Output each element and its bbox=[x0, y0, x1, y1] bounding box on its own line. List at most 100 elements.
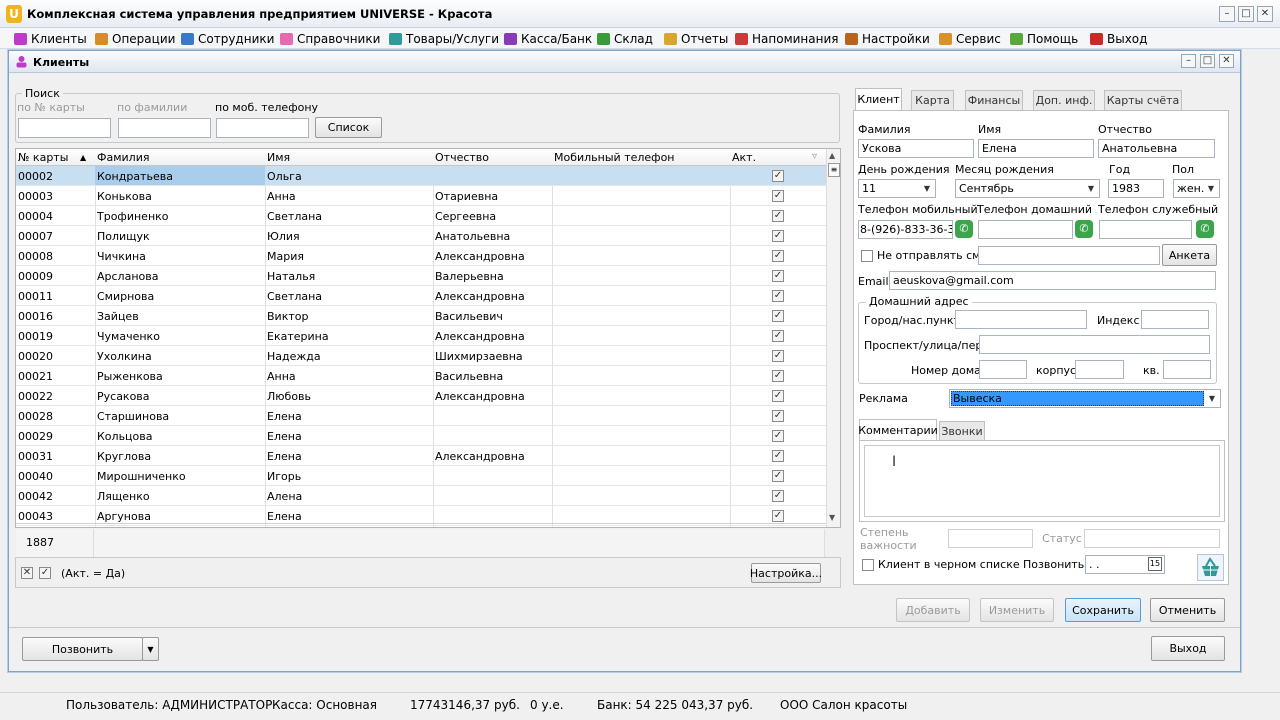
birth-day-select[interactable]: 11 ▼ bbox=[858, 179, 936, 198]
minimize-icon[interactable]: – bbox=[1219, 6, 1235, 22]
maximize-icon[interactable]: □ bbox=[1238, 6, 1254, 22]
menu-directories[interactable]: Справочники bbox=[280, 30, 380, 47]
active-checkbox[interactable]: ✓ bbox=[772, 310, 784, 322]
table-row[interactable]: 00029 Кольцова Елена ✓ bbox=[16, 426, 826, 446]
menu-help[interactable]: Помощь bbox=[1010, 30, 1078, 47]
table-row[interactable]: 00022 Русакова Любовь Александровна ✓ bbox=[16, 386, 826, 406]
menu-reports[interactable]: Отчеты bbox=[664, 30, 728, 47]
active-checkbox[interactable]: ✓ bbox=[772, 390, 784, 402]
table-row[interactable]: 00042 Лященко Алена ✓ bbox=[16, 486, 826, 506]
tab-account-cards[interactable]: Карты счёта bbox=[1104, 90, 1182, 110]
save-button[interactable]: Сохранить bbox=[1065, 598, 1141, 622]
active-checkbox[interactable]: ✓ bbox=[772, 290, 784, 302]
blacklist-checkbox[interactable] bbox=[862, 559, 874, 571]
col-card[interactable]: № карты bbox=[18, 151, 68, 164]
active-checkbox[interactable]: ✓ bbox=[772, 210, 784, 222]
surname-field[interactable]: Ускова bbox=[858, 139, 974, 158]
clear-filter-icon[interactable]: ✕ bbox=[21, 567, 33, 579]
active-checkbox[interactable]: ✓ bbox=[772, 430, 784, 442]
tab-finance[interactable]: Финансы bbox=[965, 90, 1023, 110]
patronymic-field[interactable]: Анатольевна bbox=[1098, 139, 1215, 158]
survey-button[interactable]: Анкета bbox=[1162, 244, 1217, 266]
mobile-field[interactable]: 8-(926)-833-36-34 bbox=[858, 220, 953, 239]
menu-service[interactable]: Сервис bbox=[939, 30, 1001, 47]
work-phone-field[interactable] bbox=[1099, 220, 1192, 239]
apt-field[interactable] bbox=[1163, 360, 1211, 379]
window-maximize-icon[interactable]: □ bbox=[1200, 54, 1215, 68]
filter-icon[interactable]: ▿ bbox=[812, 151, 817, 162]
cancel-button[interactable]: Отменить bbox=[1150, 598, 1225, 622]
status-field[interactable] bbox=[1084, 529, 1220, 548]
active-checkbox[interactable]: ✓ bbox=[772, 330, 784, 342]
active-checkbox[interactable]: ✓ bbox=[772, 510, 784, 522]
table-row[interactable]: 00003 Конькова Анна Отариевна ✓ bbox=[16, 186, 826, 206]
filter-enabled-checkbox[interactable]: ✓ bbox=[39, 567, 51, 579]
table-row[interactable]: 00002 Кондратьева Ольга ✓ bbox=[16, 166, 826, 186]
col-surname[interactable]: Фамилия bbox=[97, 151, 149, 164]
city-field[interactable] bbox=[955, 310, 1087, 329]
add-button[interactable]: Добавить bbox=[896, 598, 970, 622]
tab-extra-info[interactable]: Доп. инф. bbox=[1033, 90, 1095, 110]
no-sms-checkbox[interactable] bbox=[861, 250, 873, 262]
scroll-thumb[interactable]: ≡ bbox=[828, 163, 840, 177]
index-field[interactable] bbox=[1141, 310, 1209, 329]
menu-warehouse[interactable]: Склад bbox=[597, 30, 653, 47]
table-row[interactable]: 00040 Мирошниченко Игорь ✓ bbox=[16, 466, 826, 486]
building-field[interactable] bbox=[1075, 360, 1124, 379]
house-field[interactable] bbox=[979, 360, 1027, 379]
gender-select[interactable]: жен. ▼ bbox=[1173, 179, 1220, 198]
grid-settings-button[interactable]: Настройка... bbox=[750, 563, 822, 583]
phone-call-icon[interactable]: ✆ bbox=[1196, 220, 1214, 238]
col-patronymic[interactable]: Отчество bbox=[435, 151, 489, 164]
table-row[interactable]: 00031 Круглова Елена Александровна ✓ bbox=[16, 446, 826, 466]
name-field[interactable]: Елена bbox=[978, 139, 1094, 158]
menu-goods[interactable]: Товары/Услуги bbox=[389, 30, 499, 47]
menu-operations[interactable]: Операции bbox=[95, 30, 175, 47]
table-row[interactable]: 00020 Ухолкина Надежда Шихмирзаевна ✓ bbox=[16, 346, 826, 366]
col-active[interactable]: Акт. bbox=[732, 151, 756, 164]
year-field[interactable]: 1983 bbox=[1108, 179, 1164, 198]
exit-button[interactable]: Выход bbox=[1151, 636, 1225, 661]
menu-exit[interactable]: Выход bbox=[1090, 30, 1147, 47]
importance-field[interactable] bbox=[948, 529, 1033, 548]
menu-staff[interactable]: Сотрудники bbox=[181, 30, 274, 47]
phone-call-icon[interactable]: ✆ bbox=[1075, 220, 1093, 238]
table-row[interactable]: 00021 Рыженкова Анна Васильевна ✓ bbox=[16, 366, 826, 386]
window-close-icon[interactable]: ✕ bbox=[1219, 54, 1234, 68]
menu-cash[interactable]: Касса/Банк bbox=[504, 30, 592, 47]
calendar-icon[interactable]: 15 bbox=[1148, 557, 1162, 571]
table-row[interactable]: 00008 Чичкина Мария Александровна ✓ bbox=[16, 246, 826, 266]
scroll-down-icon[interactable]: ▼ bbox=[829, 513, 835, 522]
table-row[interactable]: 00009 Арсланова Наталья Валерьевна ✓ bbox=[16, 266, 826, 286]
window-minimize-icon[interactable]: – bbox=[1181, 54, 1196, 68]
table-row[interactable]: 00028 Старшинова Елена ✓ bbox=[16, 406, 826, 426]
active-checkbox[interactable]: ✓ bbox=[772, 230, 784, 242]
menu-settings[interactable]: Настройки bbox=[845, 30, 930, 47]
edit-button[interactable]: Изменить bbox=[980, 598, 1054, 622]
table-row[interactable]: 00004 Трофиненко Светлана Сергеевна ✓ bbox=[16, 206, 826, 226]
search-card-input[interactable] bbox=[18, 118, 111, 138]
active-checkbox[interactable]: ✓ bbox=[772, 270, 784, 282]
tab-card[interactable]: Карта bbox=[911, 90, 954, 110]
active-checkbox[interactable]: ✓ bbox=[772, 450, 784, 462]
active-checkbox[interactable]: ✓ bbox=[772, 490, 784, 502]
active-checkbox[interactable]: ✓ bbox=[772, 370, 784, 382]
call-dropdown-icon[interactable]: ▼ bbox=[142, 637, 159, 661]
list-button[interactable]: Список bbox=[315, 117, 382, 138]
scroll-up-icon[interactable]: ▲ bbox=[829, 151, 835, 160]
active-checkbox[interactable]: ✓ bbox=[772, 350, 784, 362]
phone-call-icon[interactable]: ✆ bbox=[955, 220, 973, 238]
search-surname-input[interactable] bbox=[118, 118, 211, 138]
birth-month-select[interactable]: Сентябрь ▼ bbox=[955, 179, 1100, 198]
sms-extra-field[interactable] bbox=[978, 246, 1160, 265]
active-checkbox[interactable]: ✓ bbox=[772, 190, 784, 202]
close-icon[interactable]: ✕ bbox=[1257, 6, 1273, 22]
home-phone-field[interactable] bbox=[978, 220, 1073, 239]
search-phone-input[interactable] bbox=[216, 118, 309, 138]
active-checkbox[interactable]: ✓ bbox=[772, 410, 784, 422]
menu-reminders[interactable]: Напоминания bbox=[735, 30, 838, 47]
active-checkbox[interactable]: ✓ bbox=[772, 170, 784, 182]
col-phone[interactable]: Мобильный телефон bbox=[554, 151, 675, 164]
col-name[interactable]: Имя bbox=[267, 151, 290, 164]
filter-text[interactable]: (Акт. = Да) bbox=[61, 567, 125, 580]
